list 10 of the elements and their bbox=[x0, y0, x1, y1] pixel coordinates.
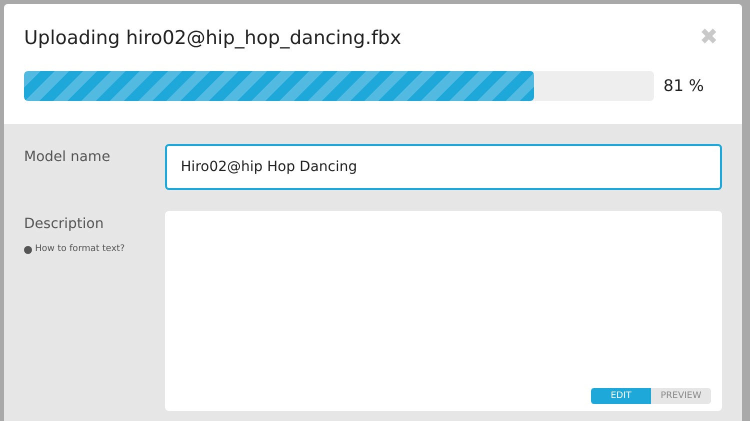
editor-tab[interactable]: PREVIEW bbox=[651, 388, 711, 404]
description-textarea[interactable]: EDIT PREVIEW bbox=[164, 211, 722, 411]
dialog-title: Uploading hiro02@hip_hop_dancing.fbx bbox=[24, 26, 402, 51]
field-label: Description bbox=[24, 215, 104, 234]
close-button[interactable]: ✖ bbox=[700, 27, 718, 50]
editor-tab[interactable]: EDIT bbox=[591, 388, 651, 404]
progress-percent: 81 % bbox=[663, 74, 704, 96]
model-name-input[interactable]: Hiro02@hip Hop Dancing bbox=[164, 144, 722, 190]
format-help-link[interactable]: How to format text? bbox=[24, 243, 125, 256]
field-label: Model name bbox=[24, 148, 110, 167]
